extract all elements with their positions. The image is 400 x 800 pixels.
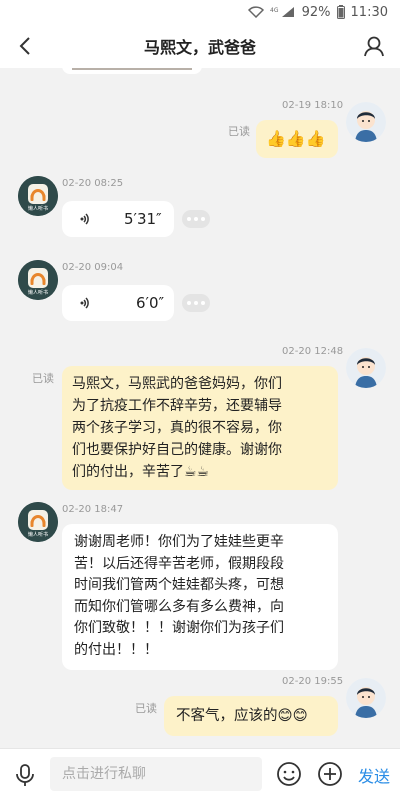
message-time: 02-19 18:10 bbox=[282, 100, 344, 111]
message-bubble[interactable]: 不客气，应该的😊😊 bbox=[164, 696, 338, 736]
message-bubble[interactable]: 👍👍👍 bbox=[256, 120, 338, 158]
voice-message[interactable]: 5′31″ bbox=[62, 201, 174, 237]
message-line: 的付出！！！ bbox=[74, 641, 158, 658]
teacher-avatar-icon bbox=[346, 102, 386, 142]
back-button[interactable] bbox=[14, 34, 38, 58]
read-status: 已读 bbox=[32, 372, 54, 385]
message-line: 苦！以后还得辛苦老师，假期段段 bbox=[74, 555, 284, 572]
read-status: 已读 bbox=[228, 125, 250, 138]
teacher-avatar-icon bbox=[346, 678, 386, 718]
more-options-button[interactable] bbox=[182, 210, 210, 228]
teacher-avatar[interactable] bbox=[346, 348, 386, 388]
message-bubble[interactable]: 马熙文，马熙武的爸爸妈妈，你们 为了抗疫工作不辞辛劳，还要辅导 两个孩子学习，真… bbox=[62, 366, 338, 490]
user-icon bbox=[364, 36, 384, 57]
message-list[interactable]: 02-19 18:10 已读 👍👍👍 懒人听书 02-20 08:25 5′31… bbox=[0, 68, 400, 748]
send-button[interactable]: 发送 bbox=[358, 763, 390, 787]
message-line: 为了抗疫工作不辞辛劳，还要辅导 bbox=[72, 398, 282, 414]
message-time: 02-20 08:25 bbox=[62, 178, 124, 189]
message-bubble[interactable]: 谢谢周老师！你们为了娃娃些更辛 苦！以后还得辛苦老师，假期段段 时间我们管两个娃… bbox=[62, 524, 338, 670]
message-line: 们也要保护好自己的健康。谢谢你 bbox=[72, 442, 282, 458]
message-line: 两个孩子学习，真的很不容易，你 bbox=[72, 420, 282, 436]
message-time: 02-20 09:04 bbox=[62, 262, 124, 273]
teacher-avatar[interactable] bbox=[346, 678, 386, 718]
voice-message[interactable]: 6′0″ bbox=[62, 285, 174, 321]
message-line: 你们致敬！！！谢谢你们为孩子们 bbox=[74, 620, 284, 636]
status-bar: 4G 92% 11:30 bbox=[0, 0, 400, 24]
voice-icon bbox=[80, 297, 89, 309]
voice-duration: 6′0″ bbox=[136, 294, 165, 312]
emoji-icon bbox=[277, 762, 301, 786]
voice-input-button[interactable] bbox=[12, 762, 38, 788]
svg-text:4G: 4G bbox=[270, 7, 279, 14]
teacher-avatar[interactable] bbox=[346, 102, 386, 142]
more-options-button[interactable] bbox=[182, 294, 210, 312]
voice-icon bbox=[80, 213, 89, 225]
more-actions-button[interactable] bbox=[317, 761, 343, 787]
message-line: 谢谢周老师！你们为了娃娃些更辛 bbox=[74, 534, 284, 550]
battery-icon bbox=[336, 5, 345, 19]
parent-avatar[interactable]: 懒人听书 bbox=[18, 260, 58, 300]
signal-icon: 4G bbox=[270, 6, 296, 18]
message-line: 时间我们管两个娃娃都头疼，可想 bbox=[74, 577, 284, 593]
voice-duration: 5′31″ bbox=[124, 210, 162, 228]
read-status: 已读 bbox=[135, 702, 157, 715]
teacher-avatar-icon bbox=[346, 348, 386, 388]
status-time: 11:30 bbox=[350, 4, 388, 20]
message-input[interactable] bbox=[50, 757, 262, 791]
avatar-label: 懒人听书 bbox=[27, 206, 48, 212]
chat-header: 马熙文，武爸爸 bbox=[0, 24, 400, 68]
avatar-label: 懒人听书 bbox=[27, 532, 48, 538]
message-line: 们的付出，辛苦了☕☕ bbox=[72, 464, 210, 480]
previous-message-fragment bbox=[62, 68, 202, 74]
chat-title: 马熙文，武爸爸 bbox=[143, 38, 256, 57]
emoji-button[interactable] bbox=[276, 761, 302, 787]
battery-level: 92% bbox=[301, 4, 331, 20]
message-time: 02-20 18:47 bbox=[62, 504, 124, 515]
wifi-icon bbox=[247, 6, 264, 18]
parent-avatar[interactable]: 懒人听书 bbox=[18, 502, 58, 542]
message-line: 而知你们管哪么多有多么费神，向 bbox=[74, 598, 284, 615]
message-time: 02-20 12:48 bbox=[282, 346, 344, 357]
message-time: 02-20 19:55 bbox=[282, 676, 344, 687]
microphone-icon bbox=[16, 764, 34, 786]
plus-icon bbox=[318, 762, 342, 786]
profile-button[interactable] bbox=[362, 34, 386, 58]
input-bar: 发送 bbox=[0, 748, 400, 800]
avatar-label: 懒人听书 bbox=[27, 290, 48, 296]
message-line: 马熙文，马熙武的爸爸妈妈，你们 bbox=[72, 376, 282, 392]
parent-avatar[interactable]: 懒人听书 bbox=[18, 176, 58, 216]
chevron-left-icon bbox=[19, 37, 30, 55]
